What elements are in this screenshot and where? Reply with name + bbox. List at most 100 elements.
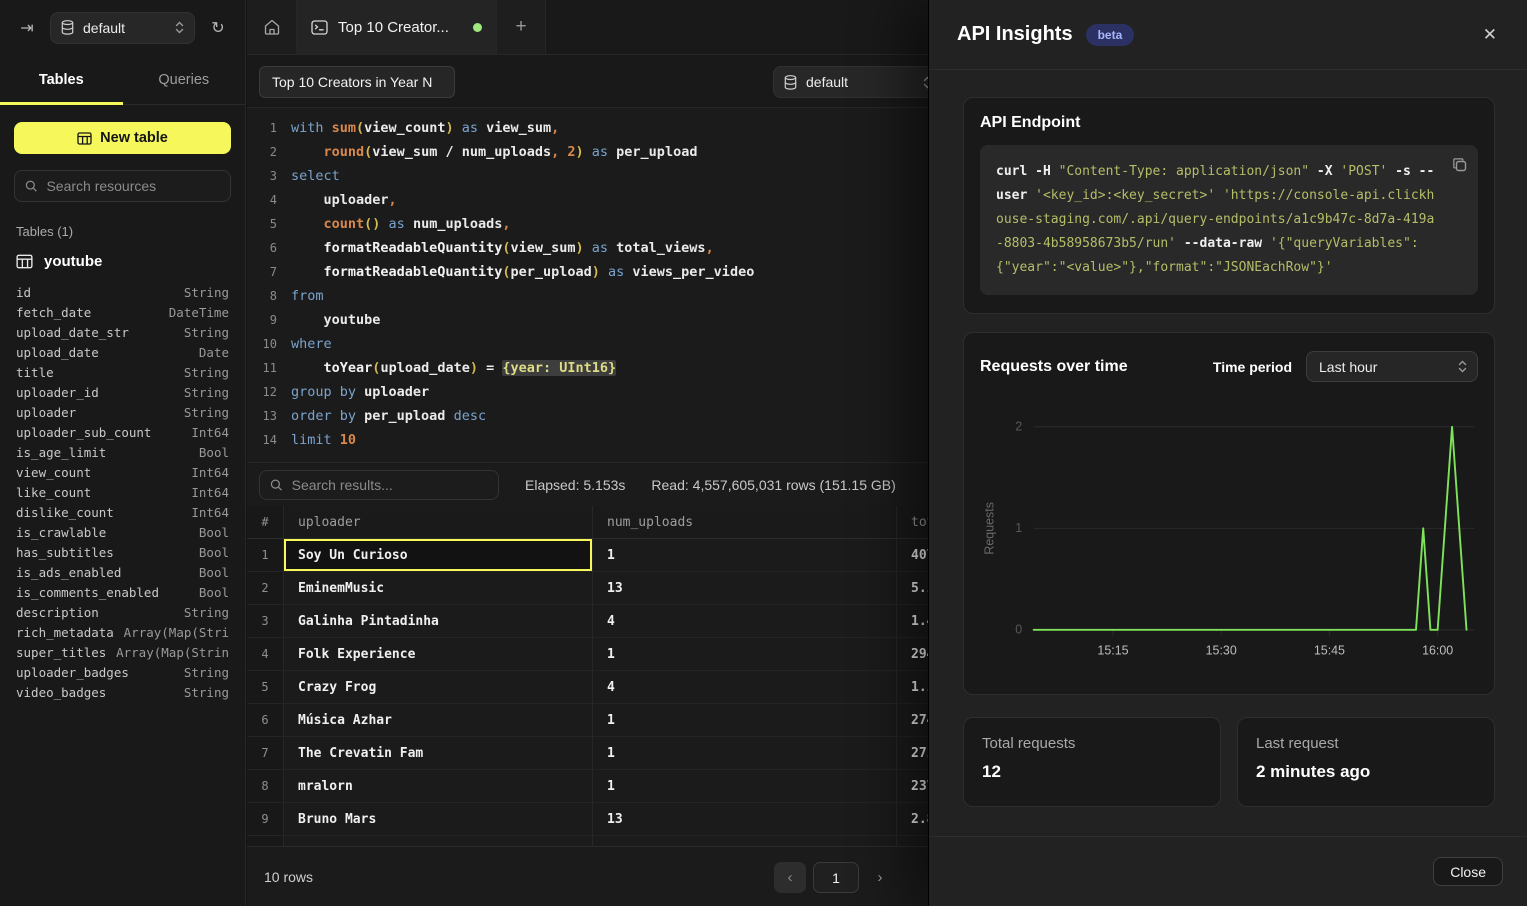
last-request-card: Last request 2 minutes ago [1237,717,1495,807]
results-search[interactable] [259,470,499,500]
column-row[interactable]: is_ads_enabledBool [14,562,231,582]
current-page[interactable]: 1 [813,862,859,893]
column-row[interactable]: uploader_idString [14,382,231,402]
table-item-youtube[interactable]: youtube [14,249,231,274]
svg-text:2: 2 [1015,420,1022,434]
beta-badge: beta [1086,24,1135,46]
panel-header: API Insights beta ✕ [929,0,1527,70]
column-row[interactable]: idString [14,282,231,302]
chevron-updown-icon [175,21,184,34]
time-period-label: Time period [1213,359,1292,375]
requests-card-header: Requests over time Time period Last hour [980,351,1478,382]
column-row[interactable]: fetch_dateDateTime [14,302,231,322]
resources-search-input[interactable] [46,178,220,194]
new-tab-button[interactable]: + [497,0,546,54]
toolbar-database-selector[interactable]: default [773,66,943,98]
query-title-input[interactable]: Top 10 Creators in Year N [259,66,455,98]
column-row[interactable]: upload_dateDate [14,342,231,362]
query-tab[interactable]: Top 10 Creator... [297,0,497,54]
panel-footer: Close [929,836,1527,906]
chevron-updown-icon [1458,360,1467,373]
header-num-uploads[interactable]: num_uploads [593,506,897,538]
column-row[interactable]: rich_metadataArray(Map(Stri [14,622,231,642]
pagination: ‹ 1 › [774,862,894,893]
column-row[interactable]: uploader_badgesString [14,662,231,682]
tab-title: Top 10 Creator... [338,19,463,36]
header-row-number: # [247,506,284,538]
requests-heading: Requests over time [980,358,1128,376]
column-row[interactable]: upload_date_strString [14,322,231,342]
svg-text:15:45: 15:45 [1314,644,1345,658]
home-icon [263,18,281,36]
last-request-value: 2 minutes ago [1256,762,1476,782]
sidebar-body: New table Tables (1) youtube idStringfet… [0,105,245,702]
database-icon [784,75,797,90]
table-icon [77,132,92,145]
column-row[interactable]: super_titlesArray(Map(Strin [14,642,231,662]
svg-text:15:30: 15:30 [1206,644,1237,658]
column-row[interactable]: video_badgesString [14,682,231,702]
sidebar-header: ⇥ default ↻ [0,0,245,55]
status-dot [473,23,482,32]
column-row[interactable]: descriptionString [14,602,231,622]
resources-search[interactable] [14,170,231,202]
database-selector-value: default [83,20,166,36]
next-page-button[interactable]: › [866,862,894,893]
api-insights-panel: API Insights beta ✕ API Endpoint curl -H… [928,0,1527,906]
header-uploader[interactable]: uploader [284,506,593,538]
total-requests-label: Total requests [982,735,1202,752]
api-endpoint-heading: API Endpoint [980,114,1478,132]
svg-text:1: 1 [1015,521,1022,535]
column-list: idStringfetch_dateDateTimeupload_date_st… [14,282,231,702]
total-requests-card: Total requests 12 [963,717,1221,807]
app-root: ⇥ default ↻ Tables Queries New table Tab… [0,0,1527,906]
column-row[interactable]: dislike_countInt64 [14,502,231,522]
endpoint-code-text: curl -H "Content-Type: application/json"… [996,160,1438,280]
row-count: 10 rows [264,869,313,885]
column-row[interactable]: is_comments_enabledBool [14,582,231,602]
close-button[interactable]: Close [1433,857,1503,886]
svg-text:Requests: Requests [982,502,996,555]
curl-code-block: curl -H "Content-Type: application/json"… [980,145,1478,295]
column-row[interactable]: uploader_sub_countInt64 [14,422,231,442]
time-period-value: Last hour [1319,359,1458,375]
database-selector[interactable]: default [50,12,195,44]
close-icon[interactable]: ✕ [1483,25,1497,45]
results-search-input[interactable] [292,477,488,493]
tables-section-label: Tables (1) [16,224,229,239]
terminal-tab-icon [311,20,328,35]
panel-body: API Endpoint curl -H "Content-Type: appl… [929,70,1527,820]
tab-tables[interactable]: Tables [0,55,123,104]
column-row[interactable]: like_countInt64 [14,482,231,502]
api-endpoint-card: API Endpoint curl -H "Content-Type: appl… [963,97,1495,314]
new-table-button[interactable]: New table [14,122,231,154]
toolbar-database-value: default [806,74,914,90]
database-icon [61,20,74,35]
column-row[interactable]: titleString [14,362,231,382]
collapse-sidebar-icon[interactable]: ⇥ [14,15,40,41]
time-period-select[interactable]: Last hour [1306,351,1478,382]
sidebar: ⇥ default ↻ Tables Queries New table Tab… [0,0,246,906]
read-stat: Read: 4,557,605,031 rows (151.15 GB) [651,477,895,493]
column-row[interactable]: view_countInt64 [14,462,231,482]
column-row[interactable]: is_age_limitBool [14,442,231,462]
svg-text:15:15: 15:15 [1097,644,1128,658]
copy-icon[interactable] [1451,156,1468,173]
last-request-label: Last request [1256,735,1476,752]
search-icon [25,179,37,193]
new-table-label: New table [100,130,168,146]
home-button[interactable] [247,0,297,54]
search-icon [270,478,283,492]
column-row[interactable]: uploaderString [14,402,231,422]
tab-queries[interactable]: Queries [123,55,246,104]
refresh-icon[interactable]: ↻ [205,15,231,41]
total-requests-value: 12 [982,762,1202,782]
requests-chart: 01215:1515:3015:4516:00Requests [980,400,1478,678]
prev-page-button[interactable]: ‹ [774,862,806,893]
requests-card: Requests over time Time period Last hour… [963,332,1495,695]
sidebar-tabs: Tables Queries [0,55,245,105]
svg-text:0: 0 [1015,623,1022,637]
column-row[interactable]: has_subtitlesBool [14,542,231,562]
requests-chart-wrap: 01215:1515:3015:4516:00Requests [980,400,1478,678]
column-row[interactable]: is_crawlableBool [14,522,231,542]
